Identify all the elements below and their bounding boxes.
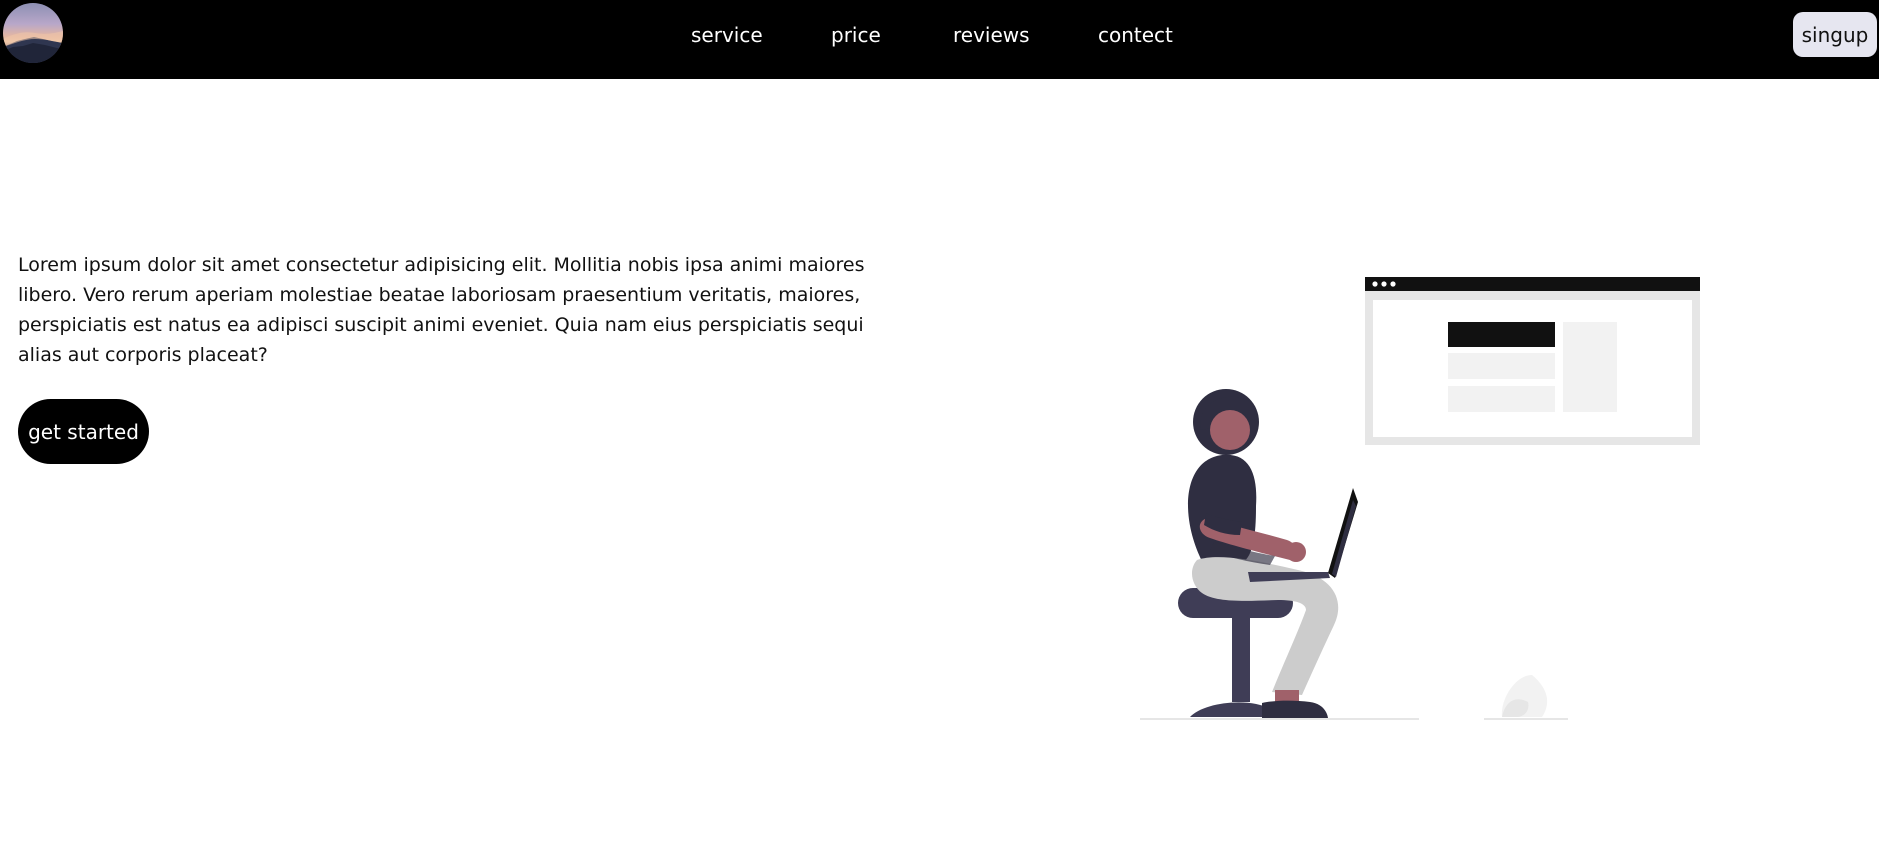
person-icon <box>1188 389 1339 718</box>
logo-avatar-icon[interactable] <box>3 3 63 63</box>
nav-link-price[interactable]: price <box>831 23 881 47</box>
hero-description: Lorem ipsum dolor sit amet consectetur a… <box>18 254 865 366</box>
plant-icon <box>1501 675 1548 717</box>
nav-link-contect[interactable]: contect <box>1098 23 1173 47</box>
nav-link-service[interactable]: service <box>691 23 763 47</box>
signup-button[interactable]: singup <box>1793 12 1877 57</box>
nav-link-reviews[interactable]: reviews <box>953 23 1030 47</box>
hero-illustration <box>1130 270 1730 730</box>
browser-window-icon <box>1365 277 1700 445</box>
top-navbar: service price reviews contect singup <box>0 0 1879 79</box>
get-started-button[interactable]: get started <box>18 399 149 464</box>
